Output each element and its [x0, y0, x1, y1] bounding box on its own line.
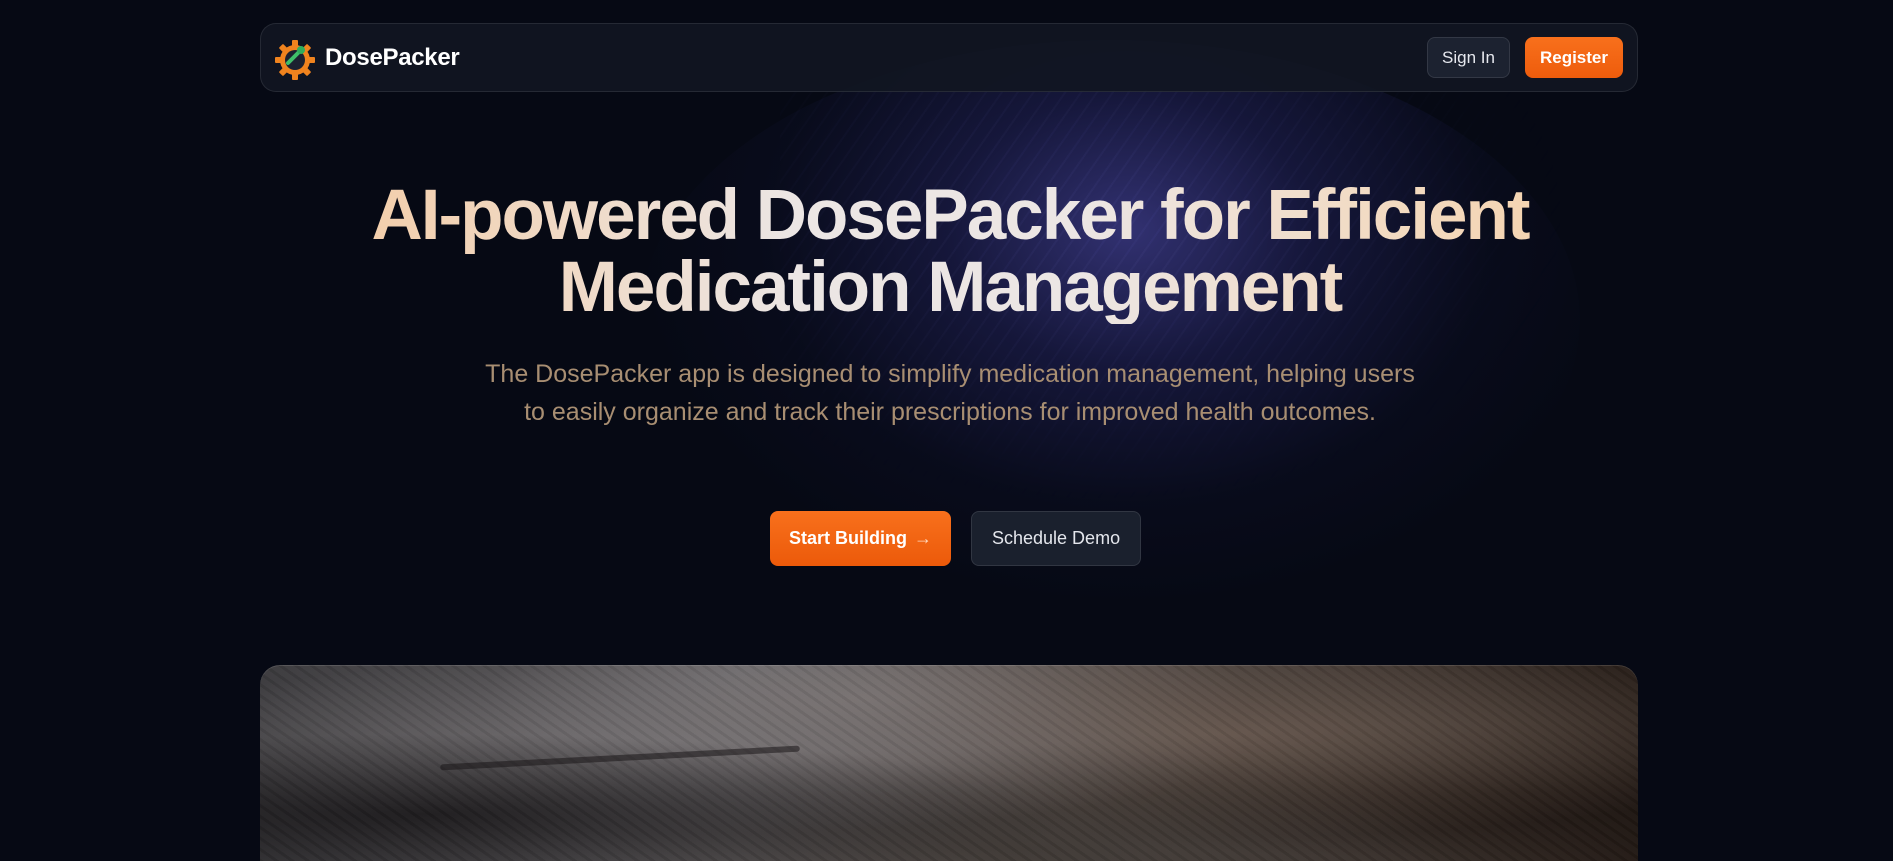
nav-actions: Sign In Register: [1427, 37, 1623, 78]
arrow-right-icon: →: [914, 528, 932, 548]
gear-pill-logo-icon: [275, 39, 315, 80]
brand-name: DosePacker: [325, 43, 460, 71]
hero-title-line-1: AI-powered DosePacker for Efficient: [371, 176, 1529, 255]
schedule-demo-button[interactable]: Schedule Demo: [971, 511, 1142, 566]
hero-title: AI-powered DosePacker for Efficient Medi…: [300, 180, 1600, 324]
hero-cta-group: Start Building → Schedule Demo: [770, 511, 1142, 566]
top-navbar: DosePacker Sign In Register: [260, 23, 1638, 92]
sign-in-button[interactable]: Sign In: [1427, 37, 1510, 78]
brand-home-link[interactable]: DosePacker: [273, 36, 460, 80]
landing-page: DosePacker Sign In Register AI-powered D…: [0, 0, 1893, 861]
start-building-button[interactable]: Start Building →: [770, 511, 951, 566]
start-building-label: Start Building: [789, 528, 907, 548]
hero-showcase-image: [260, 665, 1638, 861]
showcase-edge: [260, 665, 1638, 861]
hero-title-line-2: Medication Management: [558, 248, 1342, 327]
hero-subtitle: The DosePacker app is designed to simpli…: [485, 360, 1415, 426]
register-button[interactable]: Register: [1524, 37, 1623, 78]
